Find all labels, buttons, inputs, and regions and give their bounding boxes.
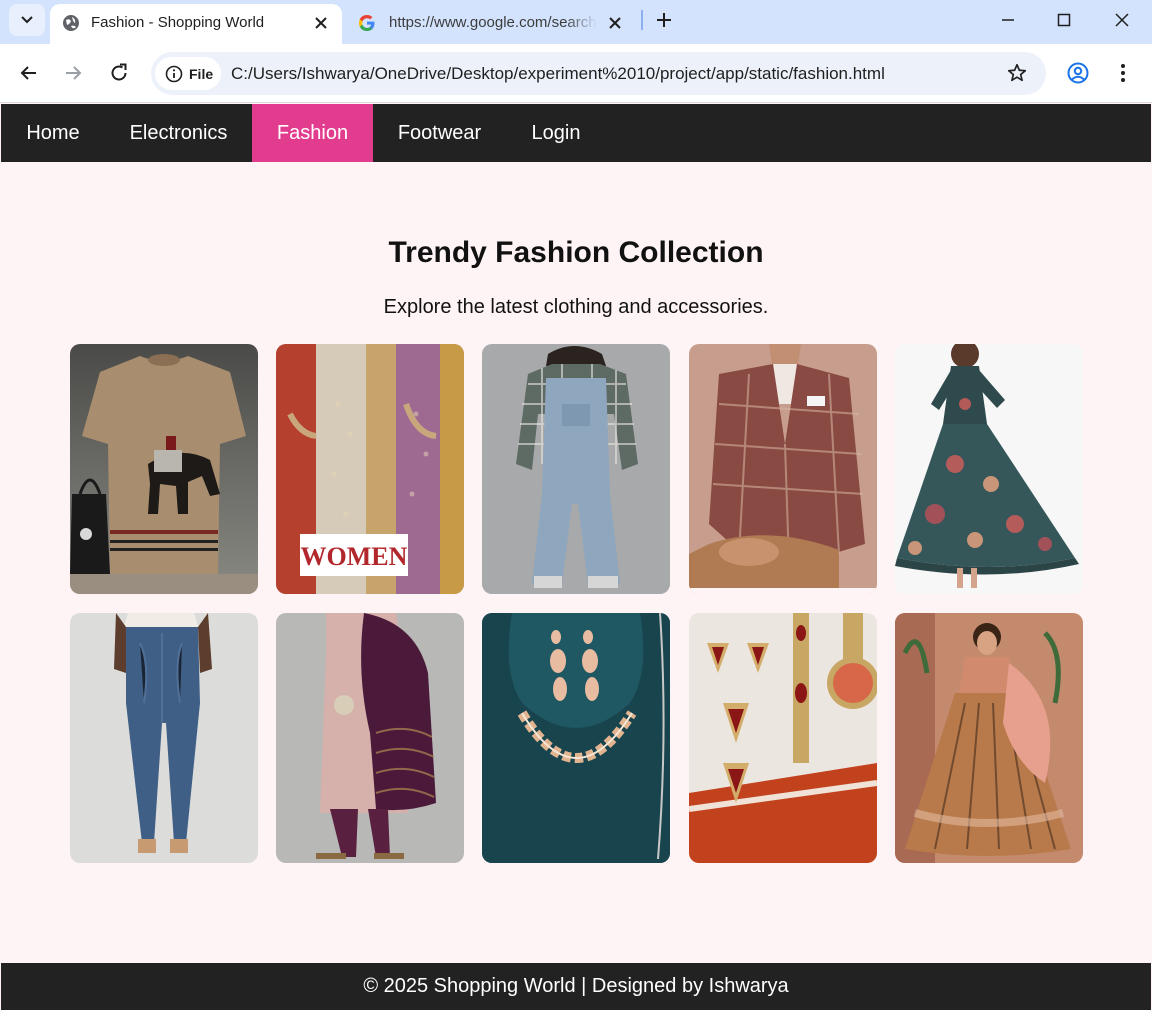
reload-icon[interactable]: [107, 61, 131, 85]
globe-icon: [63, 15, 79, 31]
product-image-skinny-jeans[interactable]: [70, 613, 258, 863]
page-title: Trendy Fashion Collection: [388, 236, 764, 269]
info-icon: [165, 65, 183, 82]
browser-tabstrip: Fashion - Shopping World https://www.goo…: [0, 0, 1152, 44]
close-icon: [1115, 13, 1129, 27]
maximize-button[interactable]: [1050, 8, 1078, 32]
close-icon[interactable]: [606, 14, 624, 32]
forward-arrow-icon[interactable]: [61, 61, 85, 85]
product-image-ruby-jewellery[interactable]: [689, 613, 877, 863]
tab-title: Fashion - Shopping World: [91, 14, 265, 31]
site-navbar: Home Electronics Fashion Footwear Login: [1, 104, 1151, 162]
chevron-down-icon: [21, 16, 33, 24]
nav-login[interactable]: Login: [506, 104, 606, 162]
product-image-gold-necklace[interactable]: [482, 613, 670, 863]
browser-toolbar: File C:/Users/Ishwarya/OneDrive/Desktop/…: [0, 44, 1152, 103]
product-image-tshirt[interactable]: [70, 344, 258, 594]
site-footer: © 2025 Shopping World | Designed by Ishw…: [1, 963, 1151, 1010]
product-image-kids-dungaree[interactable]: [482, 344, 670, 594]
nav-fashion[interactable]: Fashion: [252, 104, 373, 162]
tab-title: https://www.google.com/search: [389, 14, 597, 31]
tab-separator: [641, 10, 643, 30]
product-image-silk-dupatta[interactable]: [276, 613, 464, 863]
nav-electronics[interactable]: Electronics: [105, 104, 252, 162]
women-label: WOMEN: [301, 542, 408, 571]
tab-fashion[interactable]: Fashion - Shopping World: [50, 4, 342, 44]
kebab-menu-icon[interactable]: [1111, 61, 1135, 85]
address-bar[interactable]: File C:/Users/Ishwarya/OneDrive/Desktop/…: [151, 52, 1046, 95]
nav-home[interactable]: Home: [1, 104, 105, 162]
back-arrow-icon[interactable]: [17, 61, 41, 85]
site-chip-label: File: [189, 65, 214, 82]
page-subtitle: Explore the latest clothing and accessor…: [383, 296, 769, 318]
tab-google-search[interactable]: https://www.google.com/search: [346, 4, 636, 44]
tab-search-button[interactable]: [9, 4, 45, 36]
minimize-button[interactable]: [994, 8, 1022, 32]
product-image-plaid-blazer[interactable]: [689, 344, 877, 594]
window-close-button[interactable]: [1108, 8, 1136, 32]
profile-icon[interactable]: [1066, 61, 1090, 85]
close-icon[interactable]: [312, 14, 330, 32]
new-tab-plus-icon[interactable]: [652, 8, 676, 32]
product-image-peach-lehenga[interactable]: [895, 613, 1083, 863]
google-icon: [359, 15, 375, 31]
bookmark-star-icon[interactable]: [1006, 62, 1028, 84]
minimize-icon: [1002, 19, 1014, 21]
site-info-chip[interactable]: File: [155, 57, 221, 90]
product-image-women-ethnic[interactable]: WOMEN: [276, 344, 464, 594]
product-image-floral-dress[interactable]: [895, 344, 1083, 594]
url-text[interactable]: C:/Users/Ishwarya/OneDrive/Desktop/exper…: [231, 64, 885, 84]
maximize-icon: [1057, 13, 1071, 27]
nav-footwear[interactable]: Footwear: [373, 104, 506, 162]
